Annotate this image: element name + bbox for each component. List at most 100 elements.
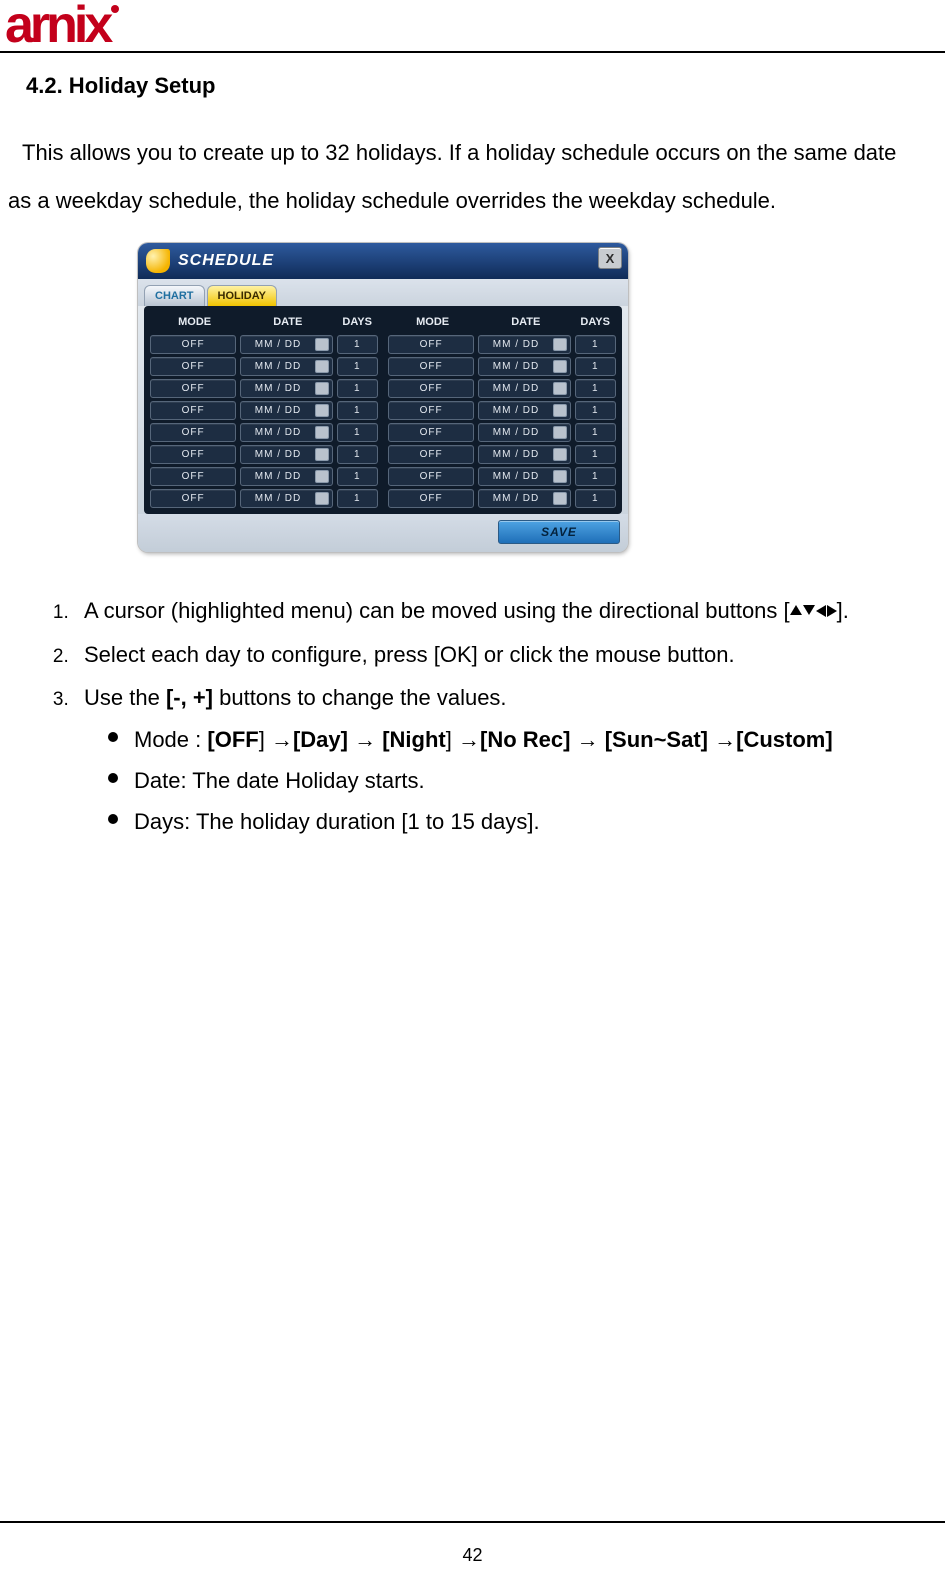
- direction-arrows-icon: [790, 605, 837, 617]
- date-cell[interactable]: MM / DD: [240, 445, 332, 464]
- mode-cell[interactable]: OFF: [388, 445, 474, 464]
- close-button[interactable]: X: [598, 247, 622, 269]
- calendar-icon[interactable]: [315, 404, 329, 417]
- calendar-icon[interactable]: [553, 470, 567, 483]
- days-cell[interactable]: 1: [575, 335, 616, 354]
- page-number: 42: [0, 1531, 945, 1592]
- schedule-titlebar: SCHEDULE X: [138, 243, 628, 279]
- date-cell[interactable]: MM / DD: [478, 467, 570, 486]
- arrow-left-icon: [816, 605, 826, 617]
- tab-chart[interactable]: CHART: [144, 285, 205, 306]
- date-cell[interactable]: MM / DD: [240, 489, 332, 508]
- section-title: 4.2. Holiday Setup: [26, 73, 937, 99]
- days-cell[interactable]: 1: [575, 401, 616, 420]
- calendar-icon[interactable]: [553, 448, 567, 461]
- days-cell[interactable]: 1: [337, 357, 378, 376]
- save-button[interactable]: SAVE: [498, 520, 620, 544]
- calendar-icon[interactable]: [553, 382, 567, 395]
- table-row: OFFMM / DD 1: [150, 335, 378, 354]
- mode-custom: [Custom]: [736, 727, 833, 752]
- mode-cell[interactable]: OFF: [388, 401, 474, 420]
- date-cell[interactable]: MM / DD: [240, 423, 332, 442]
- date-cell[interactable]: MM / DD: [478, 445, 570, 464]
- days-cell[interactable]: 1: [337, 335, 378, 354]
- sub-date: Date: The date Holiday starts.: [108, 762, 937, 799]
- days-cell[interactable]: 1: [337, 423, 378, 442]
- days-cell[interactable]: 1: [575, 423, 616, 442]
- date-cell[interactable]: MM / DD: [240, 467, 332, 486]
- instruction-3-text-c: buttons to change the values.: [213, 685, 507, 710]
- date-cell[interactable]: MM / DD: [478, 423, 570, 442]
- mode-cell[interactable]: OFF: [150, 401, 236, 420]
- col-header-mode: MODE: [150, 313, 239, 332]
- days-cell[interactable]: 1: [337, 445, 378, 464]
- date-text: MM / DD: [244, 405, 311, 416]
- mode-cell[interactable]: OFF: [388, 489, 474, 508]
- date-cell[interactable]: MM / DD: [240, 335, 332, 354]
- date-text: MM / DD: [244, 449, 311, 460]
- mode-cell[interactable]: OFF: [150, 423, 236, 442]
- calendar-icon[interactable]: [315, 470, 329, 483]
- date-text: MM / DD: [244, 361, 311, 372]
- days-cell[interactable]: 1: [337, 379, 378, 398]
- mode-cell[interactable]: OFF: [150, 467, 236, 486]
- calendar-icon[interactable]: [315, 448, 329, 461]
- table-row: OFFMM / DD 1: [388, 467, 616, 486]
- calendar-icon[interactable]: [315, 338, 329, 351]
- date-cell[interactable]: MM / DD: [240, 379, 332, 398]
- mode-cell[interactable]: OFF: [150, 379, 236, 398]
- mode-norec: [No Rec]: [480, 727, 570, 752]
- table-row: OFF MM / DD 1: [388, 445, 616, 464]
- date-text: MM / DD: [482, 493, 549, 504]
- calendar-icon[interactable]: [553, 404, 567, 417]
- mode-cell[interactable]: OFF: [150, 357, 236, 376]
- days-cell[interactable]: 1: [575, 379, 616, 398]
- calendar-icon[interactable]: [315, 492, 329, 505]
- calendar-icon[interactable]: [315, 382, 329, 395]
- days-cell[interactable]: 1: [337, 467, 378, 486]
- col-header-days: DAYS: [336, 313, 378, 332]
- calendar-icon[interactable]: [553, 426, 567, 439]
- days-cell[interactable]: 1: [575, 489, 616, 508]
- mode-cell[interactable]: OFF: [388, 357, 474, 376]
- date-cell[interactable]: MM / DD: [240, 357, 332, 376]
- logo-dot-icon: [111, 5, 119, 13]
- days-cell[interactable]: 1: [337, 489, 378, 508]
- mode-cell[interactable]: OFF: [388, 379, 474, 398]
- arrow-icon: →: [577, 727, 599, 752]
- calendar-icon[interactable]: [553, 360, 567, 373]
- date-cell[interactable]: MM / DD: [240, 401, 332, 420]
- days-cell[interactable]: 1: [337, 401, 378, 420]
- mode-cell[interactable]: OFF: [150, 489, 236, 508]
- mode-cell[interactable]: OFF: [150, 335, 236, 354]
- days-cell[interactable]: 1: [575, 467, 616, 486]
- table-row: OFF MM / DD 1: [150, 401, 378, 420]
- mode-cell[interactable]: OFF: [388, 423, 474, 442]
- table-row: OFF MM / DD 1: [150, 357, 378, 376]
- date-text: MM / DD: [482, 339, 549, 350]
- table-row: OFFMM / DD 1: [388, 401, 616, 420]
- date-cell[interactable]: MM / DD: [478, 379, 570, 398]
- col-header-days: DAYS: [574, 313, 616, 332]
- mode-cell[interactable]: OFF: [150, 445, 236, 464]
- calendar-icon[interactable]: [553, 338, 567, 351]
- mode-cell[interactable]: OFF: [388, 335, 474, 354]
- tab-holiday[interactable]: HOLIDAY: [207, 285, 278, 306]
- brand-logo-text: arnix: [5, 0, 109, 54]
- days-cell[interactable]: 1: [575, 445, 616, 464]
- mode-cell[interactable]: OFF: [388, 467, 474, 486]
- header-divider: [0, 51, 945, 53]
- date-cell[interactable]: MM / DD: [478, 489, 570, 508]
- calendar-icon[interactable]: [315, 426, 329, 439]
- date-cell[interactable]: MM / DD: [478, 401, 570, 420]
- schedule-grid: MODE DATE DAYS OFFMM / DD1 OFFMM / DD1 O…: [144, 306, 622, 514]
- calendar-icon[interactable]: [553, 492, 567, 505]
- days-cell[interactable]: 1: [575, 357, 616, 376]
- table-row: OFFMM / DD 1: [150, 379, 378, 398]
- schedule-tabs: CHART HOLIDAY: [138, 279, 628, 306]
- save-row: SAVE: [138, 514, 628, 552]
- date-cell[interactable]: MM / DD: [478, 357, 570, 376]
- date-cell[interactable]: MM / DD: [478, 335, 570, 354]
- date-text: MM / DD: [482, 449, 549, 460]
- calendar-icon[interactable]: [315, 360, 329, 373]
